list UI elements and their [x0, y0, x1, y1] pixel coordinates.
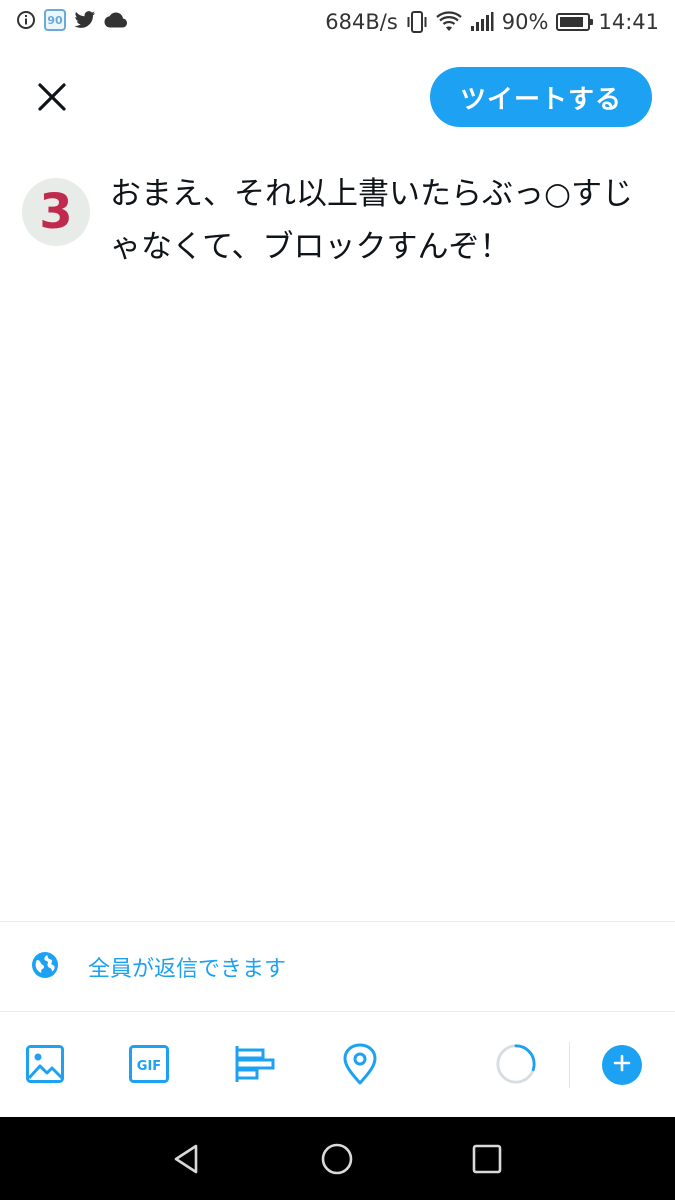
home-icon[interactable] [319, 1141, 355, 1177]
gif-icon[interactable]: GIF [128, 1043, 170, 1085]
divider [0, 1011, 675, 1012]
status-bar: 90 684B/s 90% 14:41 [0, 0, 675, 44]
clock: 14:41 [598, 10, 659, 34]
info-icon [16, 10, 36, 30]
cloud-icon [104, 12, 128, 28]
twitter-icon [74, 10, 96, 30]
globe-icon [30, 950, 60, 984]
status-bar-left: 90 [16, 9, 128, 31]
recents-icon[interactable] [469, 1141, 505, 1177]
avatar[interactable]: 3 [22, 178, 90, 246]
close-icon[interactable] [30, 75, 74, 119]
network-speed: 684B/s [325, 10, 398, 34]
status-bar-right: 684B/s 90% 14:41 [325, 9, 659, 35]
image-icon[interactable] [24, 1043, 66, 1085]
tweet-button[interactable]: ツイートする [430, 67, 652, 127]
reply-setting[interactable]: 全員が返信できます [30, 950, 286, 984]
battery-fill [560, 17, 584, 27]
character-counter [495, 1043, 537, 1085]
toolbar-separator [569, 1042, 570, 1088]
wifi-icon [436, 11, 462, 33]
plus-icon [612, 1053, 632, 1077]
navigation-bar [0, 1117, 675, 1200]
battery-icon [556, 13, 594, 31]
gif-label: GIF [137, 1059, 161, 1074]
reply-setting-label: 全員が返信できます [88, 957, 287, 982]
poll-icon[interactable] [233, 1043, 275, 1085]
signal-icon [470, 12, 494, 32]
location-icon[interactable] [339, 1043, 381, 1085]
add-tweet-button[interactable] [602, 1045, 642, 1085]
divider [0, 921, 675, 922]
app-90-icon: 90 [44, 9, 66, 31]
tweet-text-input[interactable]: おまえ、それ以上書いたらぶっ○すじゃなくて、ブロックすんぞ！ [110, 168, 655, 274]
back-icon[interactable] [168, 1141, 204, 1177]
battery-percent: 90% [501, 10, 549, 34]
vibrate-icon [406, 10, 428, 34]
